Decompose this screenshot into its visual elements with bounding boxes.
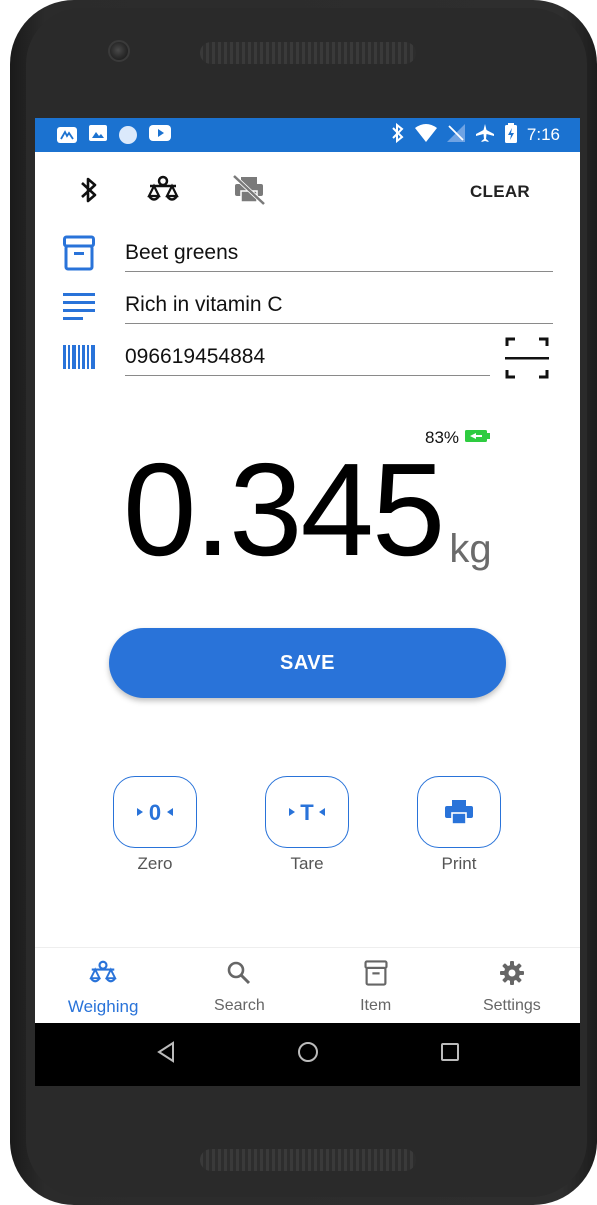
printer-icon: [445, 800, 473, 825]
screen: 7:16 CLEAR Beet greens Rich in vitamin C…: [35, 118, 580, 1086]
image-icon: [89, 124, 107, 146]
barcode-row: 096619454884: [35, 330, 580, 382]
nav-search-label: Search: [214, 997, 265, 1014]
archive-icon: [63, 234, 95, 272]
nav-weighing-label: Weighing: [67, 997, 139, 1016]
search-icon: [226, 960, 252, 991]
battery-charging-icon: [504, 122, 517, 148]
front-camera: [108, 40, 130, 62]
bluetooth-icon: [391, 122, 405, 148]
save-button[interactable]: SAVE: [109, 628, 506, 698]
circle-icon: [119, 126, 137, 144]
tare-glyph: T: [300, 800, 314, 825]
description-field[interactable]: Rich in vitamin C: [125, 278, 553, 324]
gear-icon: [499, 960, 525, 991]
clock: 7:16: [526, 125, 560, 144]
tare-label: Tare: [290, 854, 324, 873]
back-icon[interactable]: [156, 1041, 176, 1068]
nav-item[interactable]: Item: [308, 948, 444, 1023]
barcode-icon: [63, 338, 95, 376]
home-icon[interactable]: [297, 1041, 319, 1068]
archive-icon: [364, 960, 388, 991]
recents-icon[interactable]: [440, 1042, 460, 1067]
zero-label: Zero: [137, 854, 173, 873]
item-name-row: Beet greens: [35, 226, 580, 278]
clear-button[interactable]: CLEAR: [470, 182, 530, 202]
barcode-field[interactable]: 096619454884: [125, 330, 490, 376]
status-system-icons: 7:16: [391, 122, 560, 148]
print-button[interactable]: [417, 776, 501, 848]
tare-button[interactable]: T: [265, 776, 349, 848]
description-row: Rich in vitamin C: [35, 278, 580, 330]
printer-off-icon[interactable]: [231, 172, 267, 208]
status-bar: 7:16: [35, 118, 580, 152]
weight-display: 0.345 kg: [123, 436, 492, 576]
no-sim-icon: [446, 123, 465, 147]
tare-action[interactable]: T Tare: [262, 776, 352, 876]
nav-search[interactable]: Search: [171, 948, 307, 1023]
airplane-icon: [475, 123, 495, 148]
item-name-field[interactable]: Beet greens: [125, 226, 553, 272]
scale-icon: [87, 960, 119, 991]
bottom-navigation: Weighing Search Item Settings: [35, 947, 580, 1023]
app-icon: [57, 127, 77, 143]
nav-item-label: Item: [360, 997, 392, 1014]
zero-glyph: 0: [149, 800, 161, 825]
notes-icon: [63, 286, 95, 324]
system-navigation-bar: [35, 1023, 580, 1086]
youtube-icon: [149, 124, 171, 146]
nav-weighing[interactable]: Weighing: [35, 948, 171, 1023]
print-action[interactable]: Print: [414, 776, 504, 876]
zero-button[interactable]: 0: [113, 776, 197, 848]
scale-icon[interactable]: [145, 172, 181, 208]
top-speaker: [200, 42, 416, 64]
weight-value: 0.345: [123, 436, 445, 583]
weight-unit: kg: [449, 527, 492, 571]
zero-action[interactable]: 0 Zero: [110, 776, 200, 876]
nav-settings[interactable]: Settings: [444, 948, 580, 1023]
toolbar: CLEAR: [35, 152, 580, 227]
status-notification-icons: [57, 124, 171, 146]
wifi-icon: [414, 123, 437, 147]
scan-barcode-icon[interactable]: [505, 336, 549, 380]
print-label: Print: [441, 854, 477, 873]
nav-settings-label: Settings: [482, 997, 541, 1014]
bluetooth-icon[interactable]: [71, 172, 107, 208]
bottom-speaker: [200, 1149, 416, 1171]
